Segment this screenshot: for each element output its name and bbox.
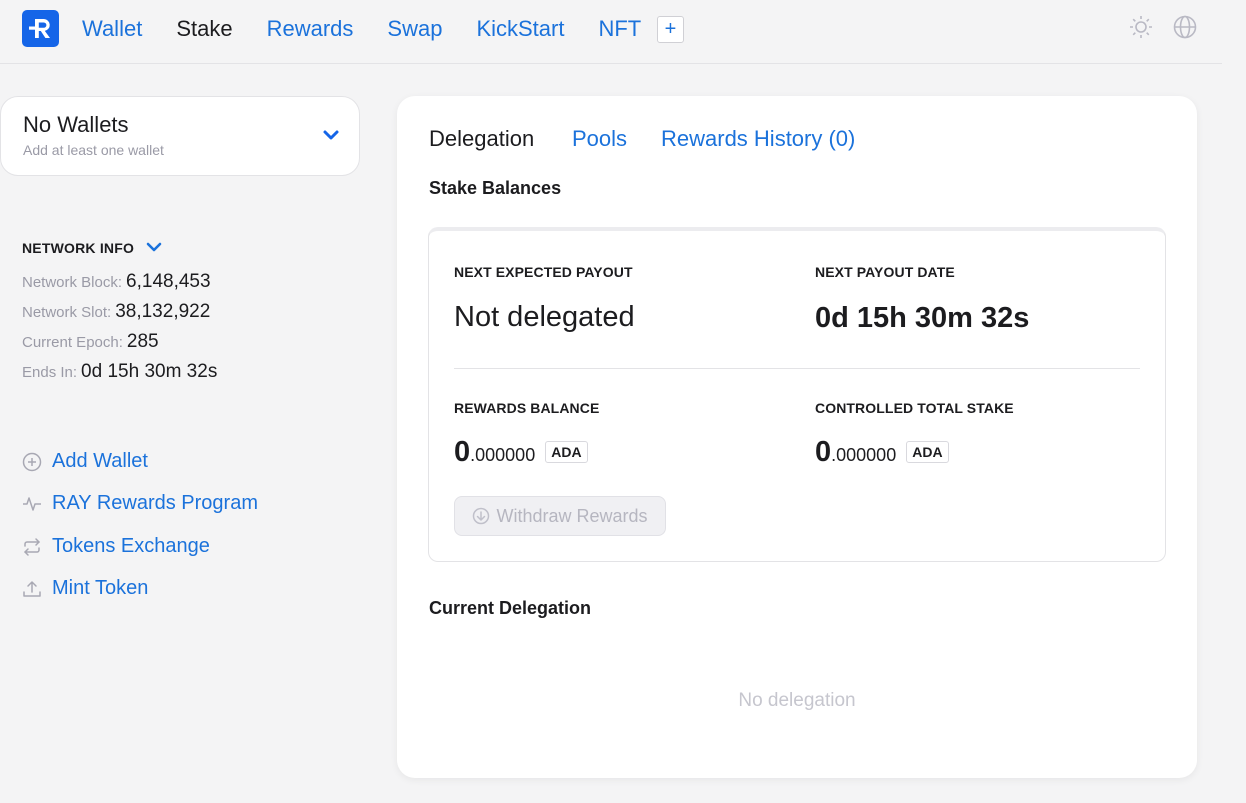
currency-badge: ADA <box>906 441 949 463</box>
stake-balances-title: Stake Balances <box>429 178 562 198</box>
main-nav: Wallet Stake Rewards Swap KickStart NFT <box>82 15 675 43</box>
sun-icon[interactable] <box>1128 14 1154 40</box>
empty-state-text: No delegation <box>738 690 856 711</box>
wallet-selector[interactable]: No Wallets Add at least one wallet <box>0 96 360 176</box>
controlled-total-stake-integer: 0 <box>815 436 832 468</box>
rewards-balance-amount: 0 .000000 ADA <box>454 436 588 469</box>
ray-rewards-program-link[interactable]: RAY Rewards Program <box>22 492 258 515</box>
activity-icon <box>22 494 42 514</box>
exchange-icon <box>22 537 42 557</box>
nav-kickstart[interactable]: KickStart <box>476 15 564 43</box>
next-payout-date-caption: NEXT PAYOUT DATE <box>815 264 955 280</box>
next-expected-payout-value: Not delegated <box>454 301 635 333</box>
nav-stake[interactable]: Stake <box>176 15 232 43</box>
ray-rewards-program-label: RAY Rewards Program <box>52 492 258 514</box>
stake-balances-card: NEXT EXPECTED PAYOUT Not delegated NEXT … <box>428 227 1166 562</box>
add-nav-button[interactable]: + <box>657 16 684 43</box>
ray-logo-icon[interactable] <box>22 10 59 47</box>
withdraw-rewards-label: Withdraw Rewards <box>496 505 648 526</box>
tab-rewards-history[interactable]: Rewards History (0) <box>661 126 855 152</box>
wallet-selector-subtitle: Add at least one wallet <box>23 142 164 158</box>
divider <box>454 368 1140 369</box>
add-wallet-label: Add Wallet <box>52 450 148 472</box>
tab-pools[interactable]: Pools <box>572 126 627 152</box>
add-wallet-link[interactable]: Add Wallet <box>22 450 148 473</box>
chevron-down-icon[interactable] <box>145 238 163 256</box>
stake-panel: Delegation Pools Rewards History (0) Sta… <box>397 96 1197 778</box>
network-slot-row: Network Slot: 38,132,922 <box>22 301 210 323</box>
network-block-label: Network Block: <box>22 274 123 291</box>
controlled-total-stake-caption: CONTROLLED TOTAL STAKE <box>815 400 1014 416</box>
ends-in-row: Ends In: 0d 15h 30m 32s <box>22 361 217 383</box>
current-epoch-value: 285 <box>126 331 159 352</box>
rewards-balance-caption: REWARDS BALANCE <box>454 400 600 416</box>
tokens-exchange-link[interactable]: Tokens Exchange <box>22 535 210 558</box>
network-slot-value: 38,132,922 <box>115 301 211 322</box>
rewards-balance-integer: 0 <box>454 436 471 468</box>
nav-swap[interactable]: Swap <box>387 15 442 43</box>
controlled-total-stake-amount: 0 .000000 ADA <box>815 436 949 469</box>
controlled-total-stake-decimal: .000000 <box>831 445 897 465</box>
network-slot-label: Network Slot: <box>22 304 112 321</box>
network-block-value: 6,148,453 <box>126 271 211 292</box>
current-epoch-row: Current Epoch: 285 <box>22 331 159 353</box>
tab-delegation[interactable]: Delegation <box>429 126 534 152</box>
nav-wallet[interactable]: Wallet <box>82 15 142 43</box>
next-payout-date-value: 0d 15h 30m 32s <box>815 302 1030 334</box>
mint-token-link[interactable]: Mint Token <box>22 577 148 600</box>
tokens-exchange-label: Tokens Exchange <box>52 535 210 557</box>
current-epoch-label: Current Epoch: <box>22 334 123 351</box>
arrow-down-circle-icon <box>473 507 490 525</box>
ends-in-label: Ends In: <box>22 364 78 381</box>
chevron-down-icon[interactable] <box>321 125 341 145</box>
network-block-row: Network Block: 6,148,453 <box>22 271 211 293</box>
rewards-balance-decimal: .000000 <box>470 445 536 465</box>
upload-icon <box>22 579 42 599</box>
nav-nft[interactable]: NFT <box>598 15 641 43</box>
current-delegation-title: Current Delegation <box>429 598 592 618</box>
mint-token-label: Mint Token <box>52 577 149 599</box>
currency-badge: ADA <box>545 441 588 463</box>
top-navigation-bar: Wallet Stake Rewards Swap KickStart NFT … <box>0 0 1222 64</box>
next-expected-payout-caption: NEXT EXPECTED PAYOUT <box>454 264 633 280</box>
plus-circle-icon <box>22 452 42 472</box>
nav-rewards[interactable]: Rewards <box>267 15 354 43</box>
globe-icon[interactable] <box>1172 14 1198 40</box>
withdraw-rewards-button[interactable]: Withdraw Rewards <box>454 496 666 536</box>
wallet-selector-title: No Wallets <box>23 112 129 137</box>
ends-in-value: 0d 15h 30m 32s <box>81 361 218 382</box>
network-info-title[interactable]: NETWORK INFO <box>22 240 134 256</box>
